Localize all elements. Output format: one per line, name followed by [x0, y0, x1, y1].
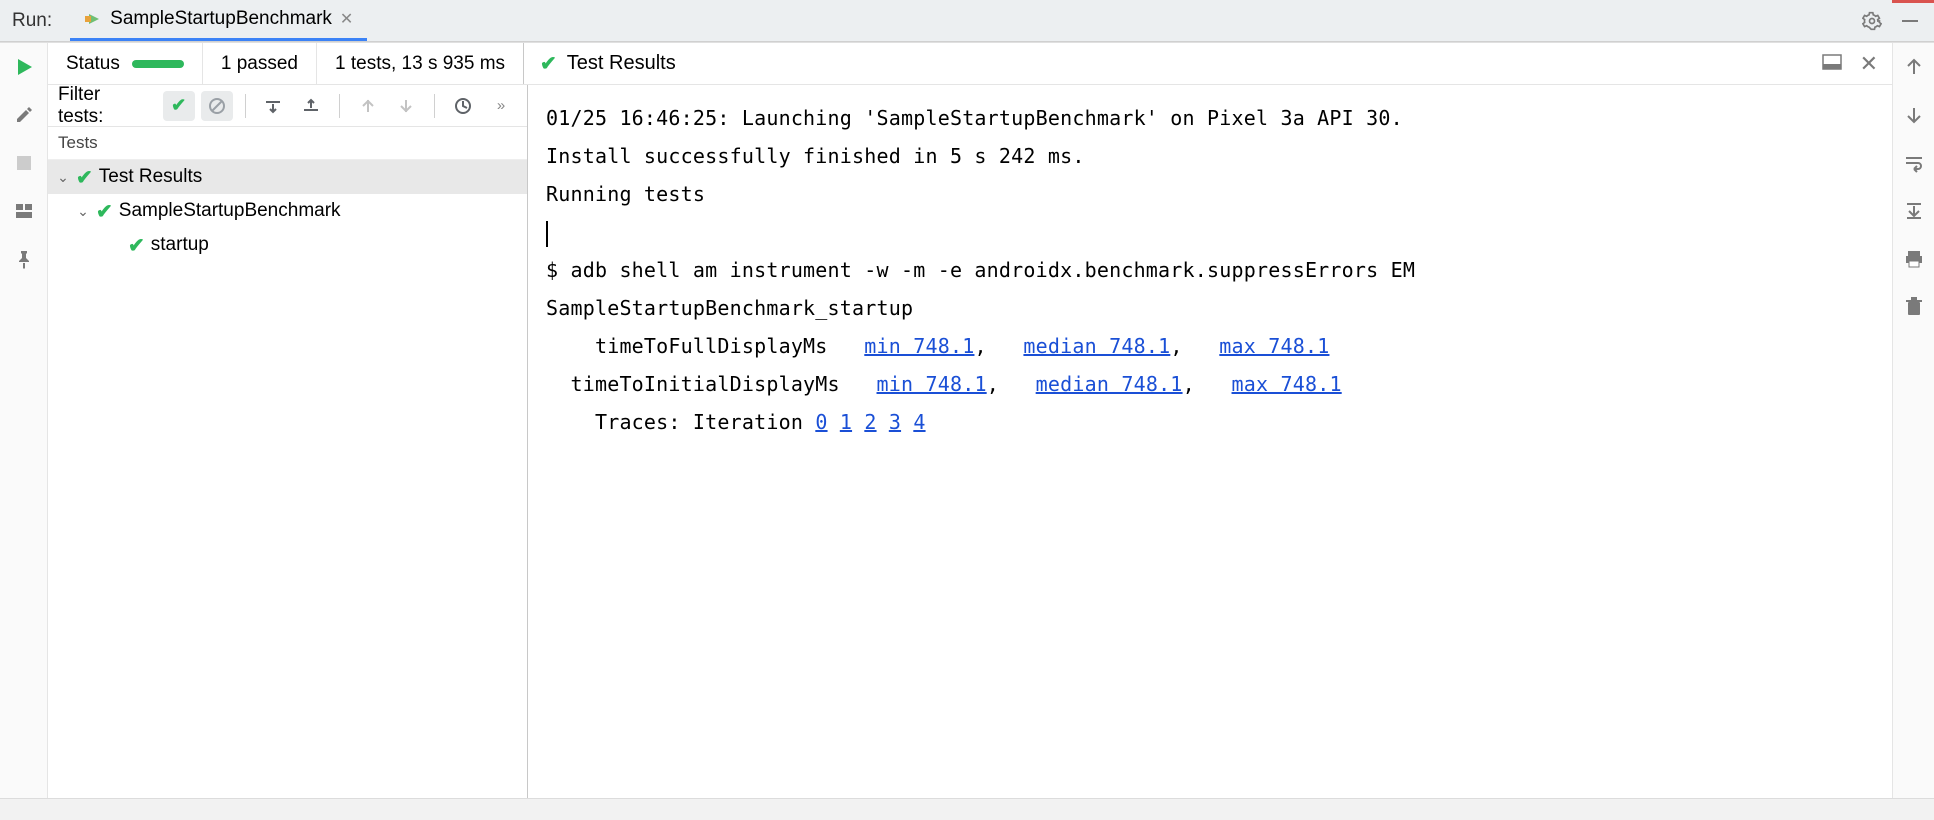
- tree-test-label: startup: [151, 234, 209, 256]
- run-tool-window-tabbar: Run: SampleStartupBenchmark ✕: [0, 0, 1934, 42]
- benchmark-name: SampleStartupBenchmark_startup: [546, 296, 913, 320]
- edit-config-button[interactable]: [10, 101, 38, 129]
- top-red-indicator: [1892, 0, 1934, 3]
- metric-median-link[interactable]: median 748.1: [1023, 334, 1170, 358]
- print-icon[interactable]: [1900, 245, 1928, 273]
- close-panel-icon[interactable]: ✕: [1860, 51, 1878, 77]
- gear-icon[interactable]: [1862, 11, 1882, 31]
- console-output[interactable]: 01/25 16:46:25: Launching 'SampleStartup…: [528, 85, 1892, 798]
- passed-count-label: 1 passed: [221, 53, 298, 75]
- collapse-all-button[interactable]: [295, 91, 327, 121]
- tree-header: Tests: [48, 127, 527, 160]
- right-action-gutter: [1892, 43, 1934, 798]
- traces-label: Traces: Iteration: [546, 410, 815, 434]
- main-row: Status 1 passed 1 tests, 13 s 935 ms ✔ T…: [0, 42, 1934, 798]
- run-config-tab[interactable]: SampleStartupBenchmark ✕: [70, 0, 367, 41]
- run-config-tab-label: SampleStartupBenchmark: [110, 8, 332, 30]
- more-tools-button[interactable]: »: [485, 91, 517, 121]
- stop-button[interactable]: [10, 149, 38, 177]
- check-icon: ✔: [128, 233, 145, 258]
- trace-link[interactable]: 3: [889, 410, 901, 434]
- filter-label: Filter tests:: [58, 84, 157, 128]
- text-cursor: [546, 221, 548, 247]
- metric-median-link[interactable]: median 748.1: [1036, 372, 1183, 396]
- status-bar: Status 1 passed 1 tests, 13 s 935 ms ✔ T…: [48, 43, 1892, 85]
- tests-summary-label: 1 tests, 13 s 935 ms: [335, 53, 505, 75]
- expand-all-button[interactable]: [258, 91, 290, 121]
- test-history-button[interactable]: [447, 91, 479, 121]
- check-icon: ✔: [76, 165, 93, 190]
- metric-min-link[interactable]: min 748.1: [877, 372, 987, 396]
- pin-button[interactable]: [10, 245, 38, 273]
- soft-wrap-toggle[interactable]: [1900, 149, 1928, 177]
- metric-min-link[interactable]: min 748.1: [864, 334, 974, 358]
- soft-wrap-icon[interactable]: [1822, 54, 1842, 74]
- metric-max-link[interactable]: max 748.1: [1232, 372, 1342, 396]
- metric-label: timeToFullDisplayMs: [546, 334, 864, 358]
- tree-class-row[interactable]: ⌄ ✔ SampleStartupBenchmark: [48, 194, 527, 228]
- trace-link[interactable]: 0: [815, 410, 827, 434]
- close-icon[interactable]: ✕: [340, 9, 353, 29]
- tests-tree[interactable]: ⌄ ✔ Test Results ⌄ ✔ SampleStartupBenchm…: [48, 160, 527, 798]
- scroll-up-icon[interactable]: [1900, 53, 1928, 81]
- prev-failed-button[interactable]: [352, 91, 384, 121]
- bottom-status-bar: [0, 798, 1934, 820]
- tree-test-row[interactable]: · ✔ startup: [48, 228, 527, 262]
- tree-root-row[interactable]: ⌄ ✔ Test Results: [48, 160, 527, 194]
- metric-label: timeToInitialDisplayMs: [546, 372, 877, 396]
- check-icon: ✔: [540, 51, 557, 76]
- results-title: Test Results: [567, 52, 676, 75]
- status-label: Status: [66, 53, 120, 75]
- console-line: Install successfully finished in 5 s 242…: [546, 144, 1085, 168]
- split-pane: Filter tests: ✔: [48, 85, 1892, 798]
- console-line: $ adb shell am instrument -w -m -e andro…: [546, 258, 1415, 282]
- console-line: Running tests: [546, 182, 705, 206]
- chevron-down-icon: ⌄: [76, 203, 90, 220]
- center-area: Status 1 passed 1 tests, 13 s 935 ms ✔ T…: [48, 43, 1892, 798]
- layout-button[interactable]: [10, 197, 38, 225]
- next-failed-button[interactable]: [390, 91, 422, 121]
- tests-tree-pane: Filter tests: ✔: [48, 85, 528, 798]
- show-passed-toggle[interactable]: ✔: [163, 91, 195, 121]
- left-action-gutter: [0, 43, 48, 798]
- trace-link[interactable]: 1: [840, 410, 852, 434]
- run-config-icon: [84, 10, 102, 28]
- clear-all-icon[interactable]: [1900, 293, 1928, 321]
- trace-link[interactable]: 2: [864, 410, 876, 434]
- status-progress-bar: [132, 60, 184, 68]
- console-line: 01/25 16:46:25: Launching 'SampleStartup…: [546, 106, 1403, 130]
- chevron-down-icon: ⌄: [56, 169, 70, 186]
- run-label: Run:: [0, 10, 70, 32]
- rerun-button[interactable]: [10, 53, 38, 81]
- tree-class-label: SampleStartupBenchmark: [119, 200, 341, 222]
- trace-link[interactable]: 4: [913, 410, 925, 434]
- check-icon: ✔: [96, 199, 113, 224]
- filter-toolbar: Filter tests: ✔: [48, 85, 527, 127]
- minimize-icon[interactable]: [1900, 11, 1920, 31]
- scroll-to-end-toggle[interactable]: [1900, 197, 1928, 225]
- show-ignored-toggle[interactable]: [201, 91, 233, 121]
- scroll-down-icon[interactable]: [1900, 101, 1928, 129]
- tree-root-label: Test Results: [99, 166, 202, 188]
- metric-max-link[interactable]: max 748.1: [1219, 334, 1329, 358]
